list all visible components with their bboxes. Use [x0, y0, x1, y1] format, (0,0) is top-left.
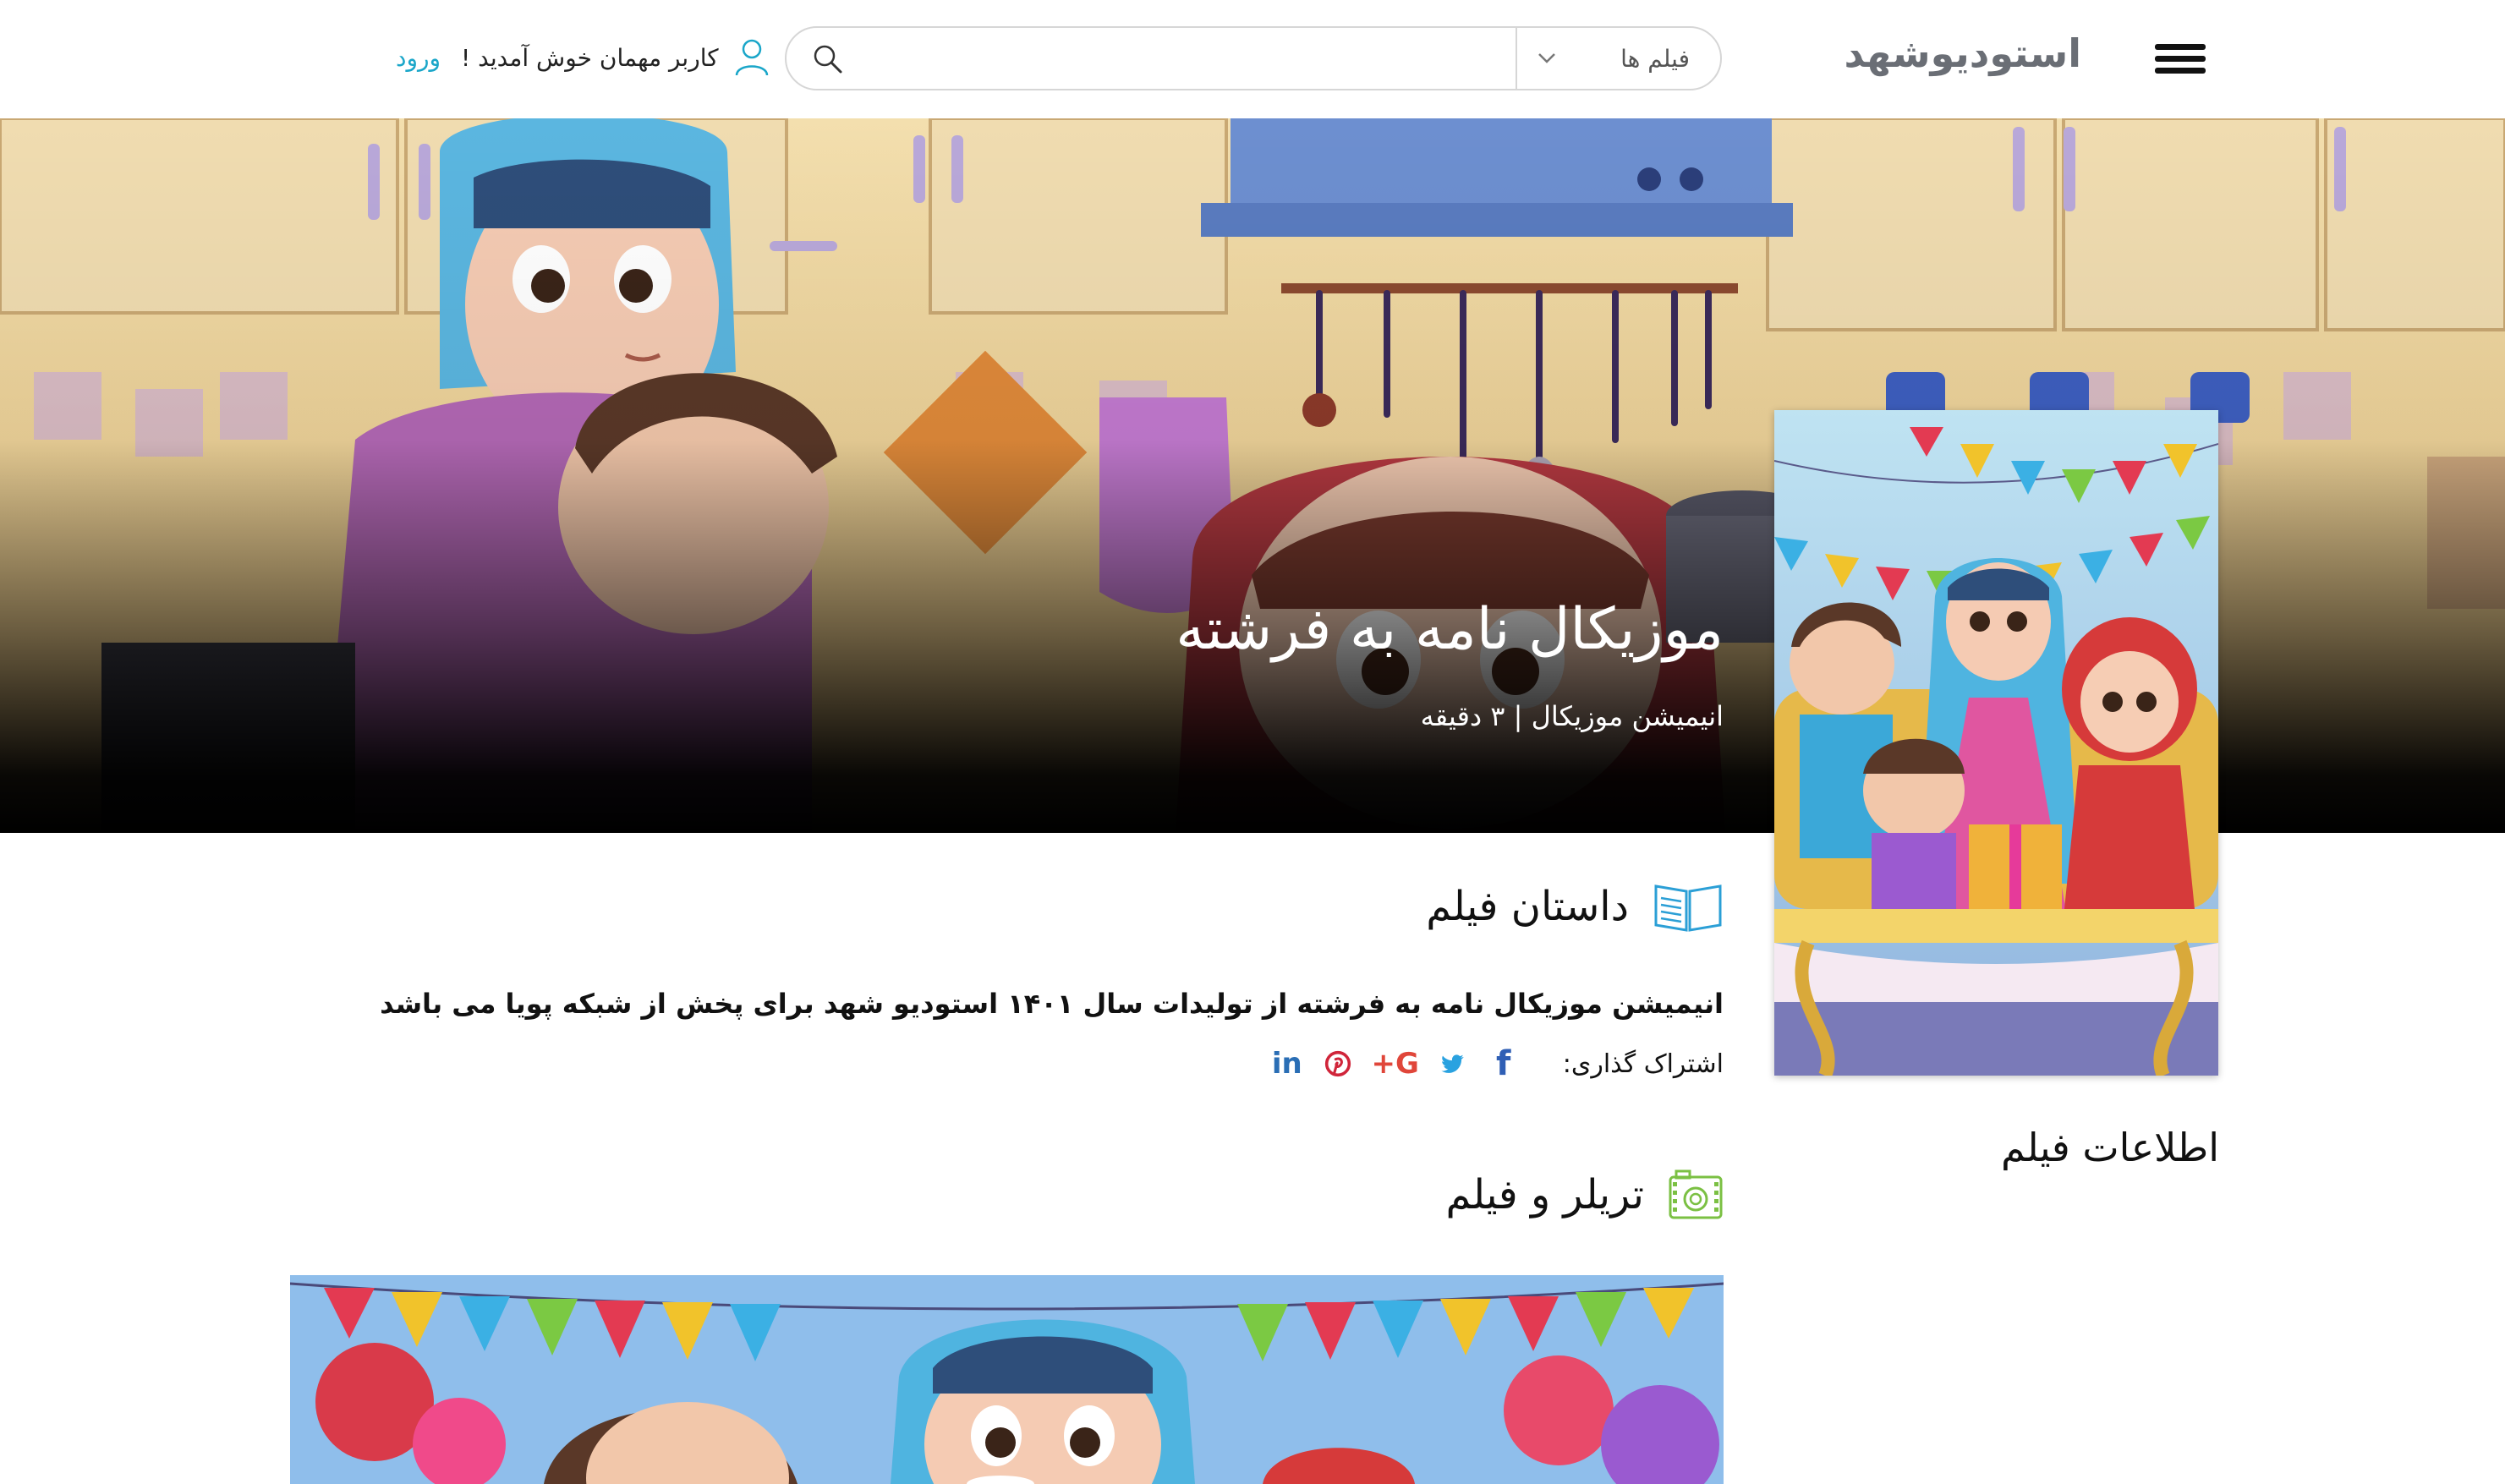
trailer-video-player[interactable] — [290, 1275, 1724, 1484]
film-poster — [1774, 410, 2218, 1076]
film-info-heading: اطلاعات فیلم — [2001, 1125, 2219, 1170]
search-category-label: فیلم ها — [1620, 44, 1690, 73]
google-plus-icon[interactable]: G+ — [1372, 1047, 1419, 1081]
pinterest-icon[interactable] — [1323, 1049, 1353, 1079]
top-header: استودیوشهد فیلم ها کاربر مهمان خوش آمدید… — [0, 0, 2505, 118]
trailer-thumbnail — [290, 1275, 1724, 1484]
hero-subtitle: انیمیشن موزیکال | ۳ دقیقه — [1420, 700, 1724, 732]
share-label: اشتراک گذاری: — [1562, 1049, 1724, 1079]
trailer-heading: تریلر و فیلم — [1445, 1171, 1644, 1218]
logo-text: استودیوشهد — [1844, 30, 2082, 76]
login-link[interactable]: ورود — [396, 44, 441, 72]
trailer-section-header: تریلر و فیلم — [1445, 1169, 1724, 1221]
hamburger-menu-icon[interactable] — [2155, 44, 2206, 74]
story-description: انیمیشن موزیکال نامه به فرشته از تولیدات… — [380, 988, 1724, 1020]
user-area: کاربر مهمان خوش آمدید ! ورود — [396, 30, 770, 85]
search-category-select[interactable]: فیلم ها — [1516, 28, 1720, 89]
search-bar: فیلم ها — [785, 26, 1722, 90]
share-row: اشتراک گذاری: f G+ in — [1272, 1044, 1724, 1083]
hero-title: موزیکال نامه به فرشته — [1176, 596, 1724, 663]
chevron-down-icon — [1538, 53, 1555, 63]
story-heading: داستان فیلم — [1426, 883, 1629, 930]
poster-image — [1774, 410, 2218, 1076]
story-section-header: داستان فیلم — [1426, 879, 1724, 934]
site-logo[interactable]: استودیوشهد — [1844, 24, 2093, 83]
user-icon[interactable] — [734, 38, 770, 77]
linkedin-icon[interactable]: in — [1272, 1047, 1302, 1081]
facebook-icon[interactable]: f — [1488, 1044, 1519, 1083]
search-input[interactable] — [863, 35, 1500, 84]
film-camera-icon — [1669, 1169, 1723, 1219]
search-icon[interactable] — [812, 43, 844, 75]
welcome-text: کاربر مهمان خوش آمدید ! — [461, 43, 719, 72]
twitter-icon[interactable] — [1438, 1049, 1468, 1079]
open-book-icon — [1654, 884, 1722, 932]
